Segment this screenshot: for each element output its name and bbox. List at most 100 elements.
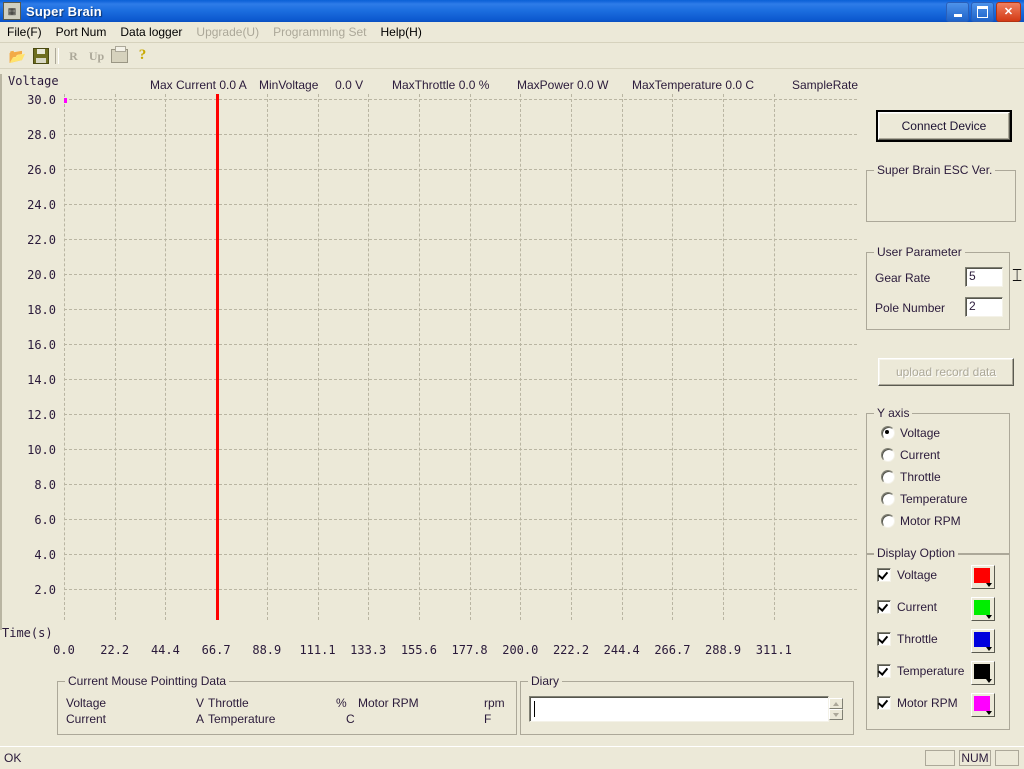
y-axis-option-voltage[interactable]: Voltage — [881, 426, 940, 440]
status-bar: OK NUM — [0, 746, 1024, 769]
gridline-vertical — [773, 94, 775, 620]
radio-icon[interactable] — [881, 514, 895, 528]
help-question-icon: ? — [138, 47, 147, 63]
gridline-vertical — [266, 94, 268, 620]
gridline-horizontal — [64, 379, 857, 380]
swatch-color — [974, 600, 990, 615]
menu-upgrade: Upgrade(U) — [196, 25, 260, 39]
minimize-button[interactable] — [946, 2, 969, 22]
menu-bar: File(F) Port Num Data logger Upgrade(U) … — [0, 22, 1024, 43]
toolbar: 📂 R Up ? — [0, 43, 1024, 69]
y-tick-label: 20.0 — [27, 268, 56, 282]
y-tick-label: 12.0 — [27, 408, 56, 422]
gridline-vertical — [165, 94, 167, 620]
y-tick-label: 8.0 — [34, 478, 56, 492]
radio-icon[interactable] — [881, 448, 895, 462]
maximize-button[interactable] — [971, 2, 994, 22]
gridline-horizontal — [64, 484, 857, 485]
gridline-vertical — [621, 94, 623, 620]
display-option-title: Display Option — [874, 546, 959, 560]
menu-port-num[interactable]: Port Num — [49, 23, 114, 41]
spinner-up-button[interactable] — [829, 698, 843, 709]
checkbox-icon[interactable] — [877, 568, 891, 582]
metric-max-current: Max Current 0.0 A — [150, 78, 247, 92]
esc-version-group: Super Brain ESC Ver. — [866, 163, 1016, 222]
record-button: R — [62, 45, 85, 67]
menu-data-logger[interactable]: Data logger — [113, 23, 189, 41]
metric-max-throttle-value: 0.0 — [458, 78, 476, 92]
color-swatch-current[interactable] — [971, 597, 995, 621]
y-axis-option-throttle[interactable]: Throttle — [881, 470, 941, 484]
connect-device-button[interactable]: Connect Device — [876, 110, 1012, 142]
mouse-temperature-unit-f: F — [484, 712, 492, 726]
gridline-vertical — [571, 94, 572, 620]
checkbox-icon[interactable] — [877, 664, 891, 678]
metric-max-power: MaxPower 0.0 W — [517, 78, 608, 92]
metric-min-voltage-unit: V — [355, 78, 364, 92]
checkbox-icon[interactable] — [877, 632, 891, 646]
menu-file[interactable]: File(F) — [0, 23, 49, 41]
swatch-color — [974, 568, 990, 583]
save-button[interactable] — [29, 45, 52, 67]
color-swatch-voltage[interactable] — [971, 565, 995, 589]
diary-input[interactable] — [529, 696, 829, 722]
user-parameter-title: User Parameter — [874, 245, 965, 259]
color-swatch-throttle[interactable] — [971, 629, 995, 653]
chart-plot-area[interactable] — [64, 94, 857, 620]
y-tick-label: 6.0 — [34, 513, 56, 527]
x-tick-label: 22.2 — [100, 643, 130, 657]
chevron-down-icon — [986, 583, 992, 587]
close-button[interactable]: ✕ — [996, 2, 1021, 22]
radio-icon[interactable] — [881, 492, 895, 506]
help-button[interactable]: ? — [131, 45, 154, 67]
text-cursor-icon: ⌶ — [1012, 266, 1023, 285]
gridline-vertical — [469, 94, 471, 620]
gridline-horizontal — [64, 449, 857, 450]
menu-help[interactable]: Help(H) — [373, 23, 428, 41]
mouse-throttle-unit: % — [336, 696, 347, 710]
display-option-temperature[interactable]: Temperature — [877, 664, 964, 678]
open-button[interactable]: 📂 — [6, 45, 29, 67]
gridline-horizontal — [64, 134, 857, 135]
display-option-label: Motor RPM — [897, 696, 958, 710]
radio-icon[interactable] — [881, 470, 895, 484]
gridline-horizontal — [64, 169, 857, 170]
color-swatch-motor-rpm[interactable] — [971, 693, 995, 717]
x-tick-label: 155.6 — [400, 643, 437, 657]
y-axis-option-motor-rpm[interactable]: Motor RPM — [881, 514, 961, 528]
mouse-current-label: Current — [66, 712, 107, 726]
swatch-color — [974, 632, 990, 647]
gridline-vertical — [672, 94, 674, 620]
display-option-current[interactable]: Current — [877, 600, 937, 614]
print-button — [108, 45, 131, 67]
gridline-vertical — [317, 94, 319, 620]
restore-icon — [977, 6, 988, 18]
y-axis-option-label: Temperature — [900, 492, 968, 506]
y-tick-label: 26.0 — [27, 163, 56, 177]
right-panel: Connect Device Super Brain ESC Ver. User… — [862, 70, 1024, 745]
metric-max-temperature-unit: C — [745, 78, 755, 92]
display-option-voltage[interactable]: Voltage — [877, 568, 937, 582]
display-option-motor-rpm[interactable]: Motor RPM — [877, 696, 958, 710]
gear-rate-input[interactable]: 5 — [965, 267, 1003, 287]
pole-number-input[interactable]: 2 — [965, 297, 1003, 317]
gridline-horizontal — [64, 239, 857, 240]
x-tick-label: 66.7 — [201, 643, 231, 657]
checkbox-icon[interactable] — [877, 600, 891, 614]
checkbox-icon[interactable] — [877, 696, 891, 710]
app-icon: ▦ — [3, 2, 21, 20]
y-axis-option-current[interactable]: Current — [881, 448, 940, 462]
spinner-down-button[interactable] — [829, 709, 843, 720]
y-tick-label: 28.0 — [27, 128, 56, 142]
diary-spinner[interactable] — [829, 698, 843, 720]
radio-icon[interactable] — [881, 426, 895, 440]
y-axis-option-temperature[interactable]: Temperature — [881, 492, 967, 506]
y-tick-label: 10.0 — [27, 443, 56, 457]
chart-cursor-line[interactable] — [216, 94, 220, 620]
mouse-voltage-label: Voltage — [66, 696, 107, 710]
y-axis-title: Y axis — [874, 406, 913, 420]
x-tick-label: 44.4 — [150, 643, 180, 657]
y-tick-label: 22.0 — [27, 233, 56, 247]
color-swatch-temperature[interactable] — [971, 661, 995, 685]
display-option-throttle[interactable]: Throttle — [877, 632, 938, 646]
